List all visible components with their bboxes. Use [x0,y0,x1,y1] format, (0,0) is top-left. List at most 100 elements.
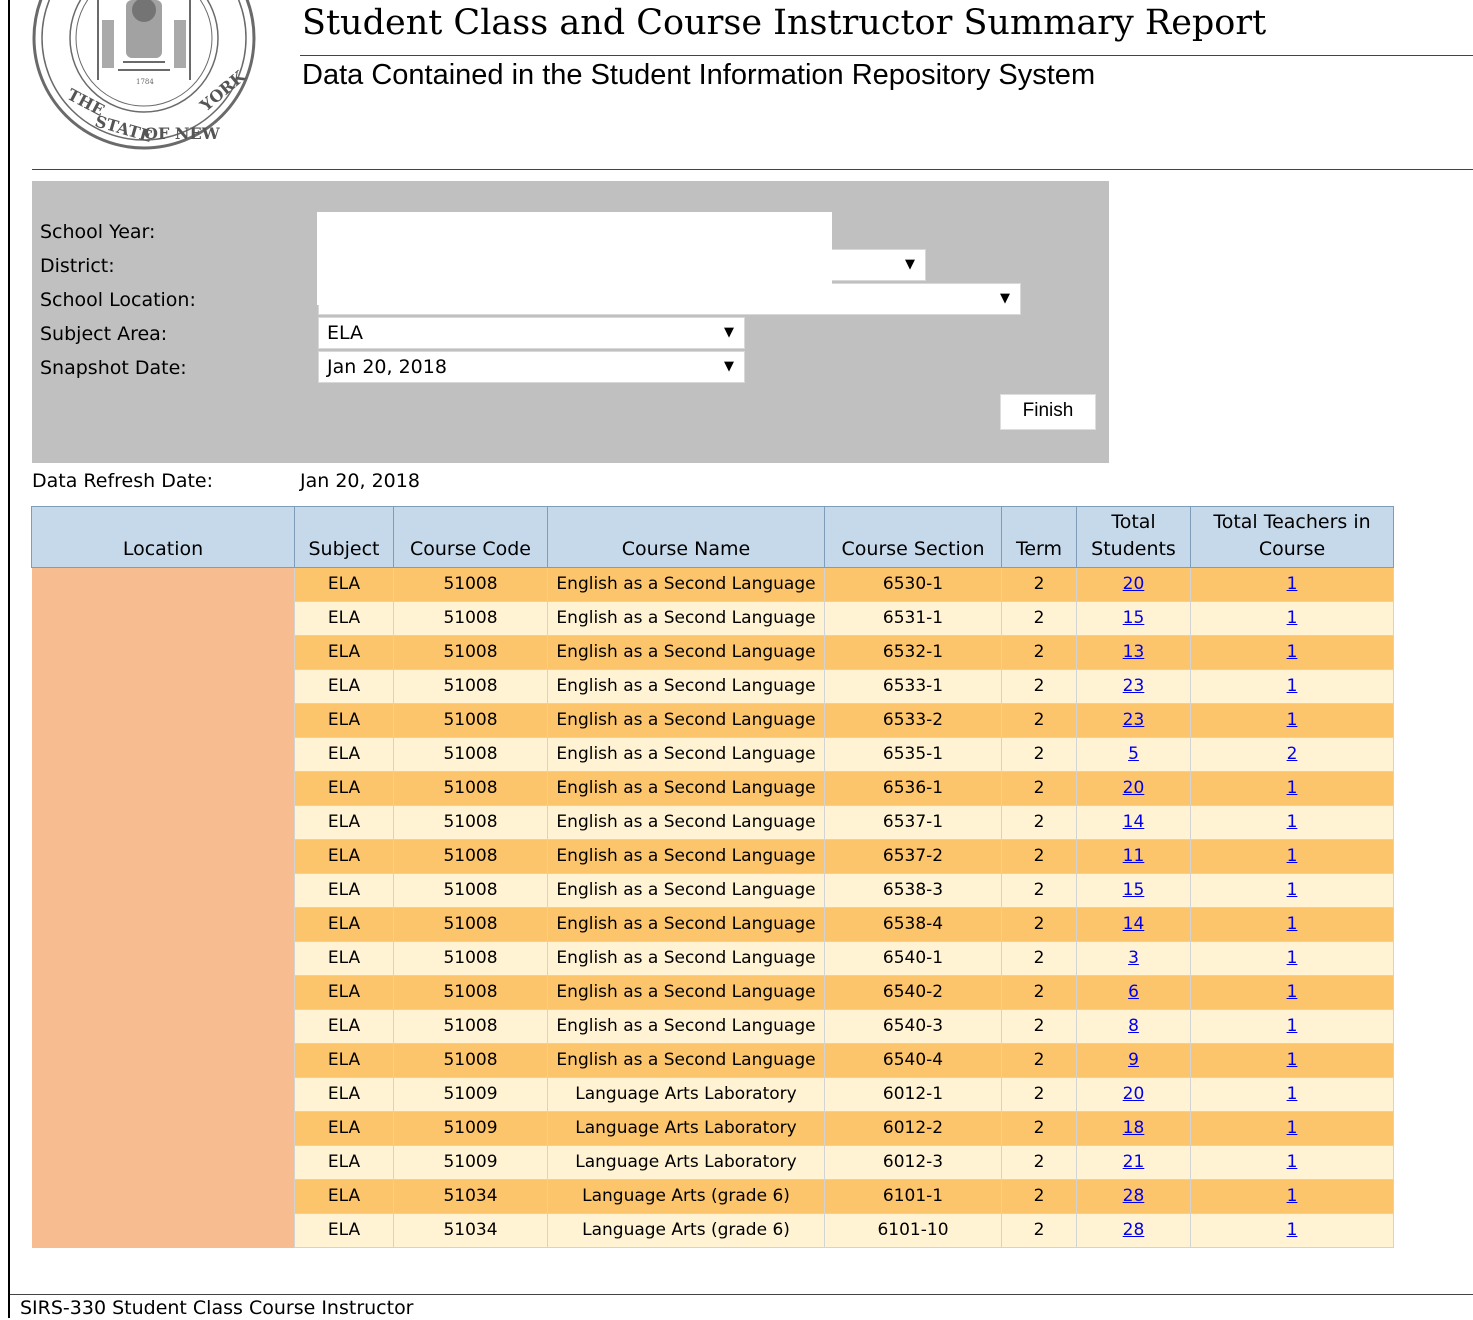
cell-subject: ELA [294,941,394,976]
total-students-cell: 15 [1076,601,1191,636]
cell-course-section: 6540-1 [824,941,1002,976]
cell-subject: ELA [294,669,394,704]
cell-course-name: Language Arts Laboratory [547,1111,825,1146]
subject-area-label: Subject Area: [40,323,168,345]
total-teachers-cell: 1 [1190,975,1394,1010]
total-students-link[interactable]: 20 [1123,574,1145,594]
total-teachers-link[interactable]: 1 [1287,710,1298,730]
subject-area-select[interactable]: ELA ▼ [318,317,745,349]
cell-course-section: 6538-3 [824,873,1002,908]
cell-course-section: 6532-1 [824,635,1002,670]
cell-term: 2 [1001,771,1077,806]
report-subtitle: Data Contained in the Student Informatio… [302,59,1096,91]
total-teachers-link[interactable]: 1 [1287,608,1298,628]
snapshot-date-value: Jan 20, 2018 [327,356,447,378]
cell-course-code: 51008 [393,1009,548,1044]
total-students-cell: 6 [1076,975,1191,1010]
header-total-teachers[interactable]: Total Teachers in Course [1190,506,1394,568]
header-course-name[interactable]: Course Name [547,506,825,568]
header-course-section[interactable]: Course Section [824,506,1002,568]
cell-subject: ELA [294,873,394,908]
total-students-link[interactable]: 23 [1123,676,1145,696]
total-students-link[interactable]: 14 [1123,812,1145,832]
title-divider [300,55,1473,56]
cell-term: 2 [1001,635,1077,670]
total-students-link[interactable]: 18 [1123,1118,1145,1138]
cell-term: 2 [1001,1043,1077,1078]
state-seal-icon: THE STATE OF NEW YORK 1784 [32,0,256,150]
cell-course-section: 6101-10 [824,1213,1002,1248]
cell-course-name: English as a Second Language [547,975,825,1010]
header-course-code[interactable]: Course Code [393,506,548,568]
cell-term: 2 [1001,567,1077,602]
report-code: SIRS-330 Student Class Course Instructor [20,1297,414,1319]
total-students-cell: 20 [1076,1077,1191,1112]
total-students-link[interactable]: 3 [1128,948,1139,968]
cell-course-name: English as a Second Language [547,839,825,874]
total-students-cell: 28 [1076,1213,1191,1248]
total-teachers-link[interactable]: 1 [1287,1016,1298,1036]
total-students-link[interactable]: 8 [1128,1016,1139,1036]
cell-course-section: 6531-1 [824,601,1002,636]
total-teachers-link[interactable]: 1 [1287,1186,1298,1206]
left-border [8,0,10,1318]
total-teachers-link[interactable]: 1 [1287,948,1298,968]
finish-button[interactable]: Finish [1000,394,1096,430]
dropdown-arrow-icon: ▼ [905,257,915,272]
total-teachers-link[interactable]: 1 [1287,1220,1298,1240]
total-teachers-link[interactable]: 2 [1287,744,1298,764]
total-students-link[interactable]: 21 [1123,1152,1145,1172]
snapshot-date-select[interactable]: Jan 20, 2018 ▼ [318,351,745,383]
total-teachers-link[interactable]: 1 [1287,982,1298,1002]
total-teachers-link[interactable]: 1 [1287,676,1298,696]
header-subject[interactable]: Subject [294,506,394,568]
header-location[interactable]: Location [31,506,295,568]
total-teachers-link[interactable]: 1 [1287,1118,1298,1138]
total-students-link[interactable]: 6 [1128,982,1139,1002]
cell-subject: ELA [294,805,394,840]
header-term[interactable]: Term [1001,506,1077,568]
cell-course-section: 6533-2 [824,703,1002,738]
total-teachers-link[interactable]: 1 [1287,1050,1298,1070]
total-teachers-link[interactable]: 1 [1287,574,1298,594]
total-students-link[interactable]: 15 [1123,608,1145,628]
total-students-cell: 23 [1076,703,1191,738]
total-students-link[interactable]: 13 [1123,642,1145,662]
total-students-link[interactable]: 9 [1128,1050,1139,1070]
total-teachers-cell: 1 [1190,703,1394,738]
header-total-students[interactable]: Total Students [1076,506,1191,568]
total-students-link[interactable]: 28 [1123,1220,1145,1240]
cell-subject: ELA [294,975,394,1010]
total-teachers-link[interactable]: 1 [1287,642,1298,662]
total-students-link[interactable]: 28 [1123,1186,1145,1206]
total-teachers-cell: 1 [1190,907,1394,942]
cell-subject: ELA [294,567,394,602]
cell-course-code: 51009 [393,1111,548,1146]
total-students-link[interactable]: 15 [1123,880,1145,900]
cell-course-code: 51008 [393,1043,548,1078]
total-teachers-cell: 1 [1190,873,1394,908]
total-students-link[interactable]: 20 [1123,778,1145,798]
cell-course-section: 6540-4 [824,1043,1002,1078]
total-students-link[interactable]: 20 [1123,1084,1145,1104]
total-teachers-link[interactable]: 1 [1287,1084,1298,1104]
total-students-link[interactable]: 23 [1123,710,1145,730]
total-teachers-link[interactable]: 1 [1287,1152,1298,1172]
total-teachers-link[interactable]: 1 [1287,914,1298,934]
total-teachers-link[interactable]: 1 [1287,846,1298,866]
total-teachers-cell: 2 [1190,737,1394,772]
cell-subject: ELA [294,703,394,738]
total-teachers-cell: 1 [1190,1077,1394,1112]
cell-subject: ELA [294,1111,394,1146]
total-teachers-link[interactable]: 1 [1287,778,1298,798]
cell-course-section: 6012-2 [824,1111,1002,1146]
cell-term: 2 [1001,703,1077,738]
cell-course-code: 51008 [393,873,548,908]
total-teachers-link[interactable]: 1 [1287,880,1298,900]
total-students-link[interactable]: 5 [1128,744,1139,764]
total-teachers-link[interactable]: 1 [1287,812,1298,832]
total-students-cell: 18 [1076,1111,1191,1146]
total-students-link[interactable]: 14 [1123,914,1145,934]
school-year-label: School Year: [40,221,156,243]
total-students-link[interactable]: 11 [1123,846,1145,866]
